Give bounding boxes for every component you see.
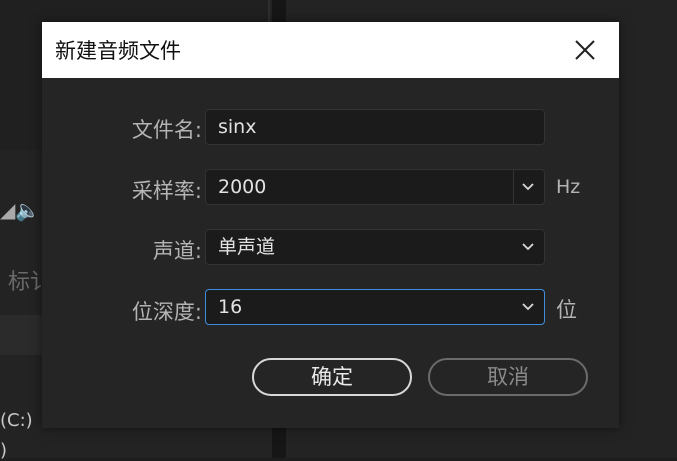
bit-depth-value: 16 — [218, 296, 243, 318]
cancel-button[interactable]: 取消 — [428, 358, 588, 396]
chevron-down-icon[interactable] — [520, 230, 536, 264]
drive-label[interactable]: (C:) — [0, 410, 33, 431]
bit-depth-label: 位深度: — [131, 300, 202, 324]
dialog-titlebar: 新建音频文件 — [42, 22, 619, 78]
close-icon-glyph — [575, 40, 595, 60]
filename-input[interactable]: sinx — [205, 109, 545, 145]
new-audio-file-dialog: 新建音频文件 文件名: sinx 采样率: 2000 Hz 声道: 单声道 位深… — [42, 22, 619, 428]
filename-value: sinx — [218, 116, 257, 138]
sample-rate-label: 采样率: — [131, 179, 202, 203]
background-list-row[interactable] — [0, 315, 42, 355]
combo-divider — [513, 170, 514, 204]
chevron-down-icon[interactable] — [520, 290, 536, 324]
chevron-down-icon[interactable] — [520, 170, 536, 204]
close-icon[interactable] — [569, 34, 601, 66]
bit-depth-select[interactable]: 16 — [205, 289, 545, 325]
channels-value: 单声道 — [218, 236, 276, 258]
bit-depth-unit: 位 — [556, 298, 577, 322]
dialog-title: 新建音频文件 — [55, 39, 181, 63]
filename-label: 文件名: — [131, 118, 202, 142]
sample-rate-combobox[interactable]: 2000 — [205, 169, 545, 205]
channels-select[interactable]: 单声道 — [205, 229, 545, 265]
sample-rate-unit: Hz — [556, 176, 581, 198]
ok-button[interactable]: 确定 — [252, 358, 412, 396]
speaker-icon[interactable]: ◢🔈 — [0, 198, 40, 222]
channels-label: 声道: — [152, 239, 202, 263]
sample-rate-value: 2000 — [218, 176, 267, 198]
